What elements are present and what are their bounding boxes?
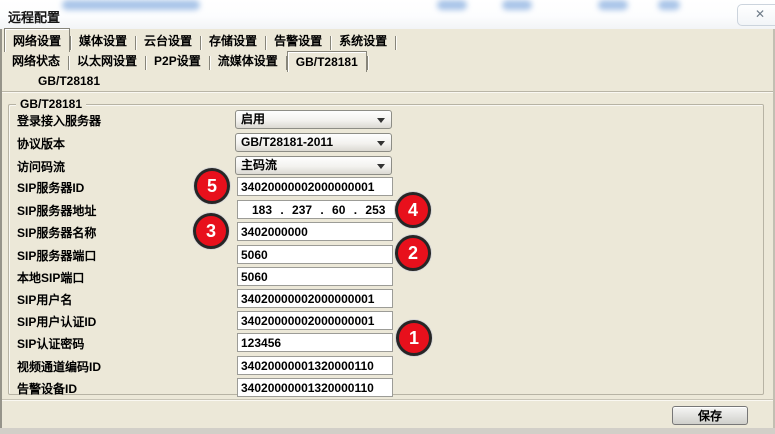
field-label: 本地SIP端口	[17, 269, 84, 286]
footer-divider	[0, 399, 775, 400]
annotation-badge-3: 3	[193, 213, 229, 249]
titlebar-blur-decoration	[502, 0, 532, 10]
titlebar: 远程配置 ✕	[0, 0, 775, 29]
field-label: SIP服务器端口	[17, 247, 96, 264]
tab-separator	[367, 56, 368, 70]
field-input-11[interactable]	[237, 356, 393, 375]
field-input-3[interactable]	[237, 177, 393, 196]
field-label: 访问码流	[17, 158, 65, 175]
form-row: SIP服务器名称	[0, 222, 775, 241]
chevron-down-icon	[377, 141, 385, 146]
form-row: 告警设备ID	[0, 378, 775, 397]
field-input-10[interactable]	[237, 333, 393, 352]
field-input-4[interactable]	[237, 200, 404, 219]
field-label: SIP服务器地址	[17, 202, 96, 219]
form-row: SIP服务器地址	[0, 200, 775, 219]
tab-network-0[interactable]: 网络状态	[4, 49, 68, 72]
tab-main-5[interactable]: 系统设置	[331, 29, 395, 52]
form-row: SIP服务器ID	[0, 177, 775, 196]
annotation-badge-4: 4	[395, 192, 431, 228]
dropdown-0[interactable]: 启用	[235, 110, 392, 129]
chevron-down-icon	[377, 118, 385, 123]
titlebar-blur-decoration	[658, 0, 680, 10]
tab-network-3[interactable]: 流媒体设置	[210, 49, 286, 72]
field-label: 协议版本	[17, 135, 65, 152]
titlebar-blur-decoration	[598, 0, 628, 10]
form-row: 本地SIP端口	[0, 267, 775, 286]
tab-separator	[395, 36, 396, 50]
titlebar-blur-decoration	[437, 0, 467, 10]
tab-page-divider	[0, 91, 775, 92]
titlebar-blur-decoration	[62, 0, 200, 10]
annotation-badge-2: 2	[395, 235, 431, 271]
tab-bar-network: 网络状态以太网设置P2P设置流媒体设置GB/T28181	[4, 53, 368, 72]
field-input-6[interactable]	[237, 245, 393, 264]
window-title: 远程配置	[8, 7, 60, 26]
tab-network-4[interactable]: GB/T28181	[287, 51, 367, 72]
chevron-down-icon	[377, 164, 385, 169]
field-label: 视频通道编码ID	[17, 358, 101, 375]
form-row: 访问码流 主码流	[0, 156, 775, 175]
form-row: SIP服务器端口	[0, 245, 775, 264]
field-label: SIP认证密码	[17, 335, 84, 352]
close-icon: ✕	[755, 7, 765, 21]
annotation-badge-5: 5	[194, 168, 230, 204]
field-input-12[interactable]	[237, 378, 393, 397]
field-label: SIP服务器名称	[17, 224, 96, 241]
field-label: 登录接入服务器	[17, 112, 101, 129]
window-border-bottom	[0, 428, 775, 434]
annotation-badge-1: 1	[396, 320, 432, 356]
close-button[interactable]: ✕	[737, 4, 775, 26]
field-label: SIP用户认证ID	[17, 313, 96, 330]
form-row: 视频通道编码ID	[0, 356, 775, 375]
form-row: SIP认证密码	[0, 333, 775, 352]
form-row: SIP用户认证ID	[0, 311, 775, 330]
field-input-5[interactable]	[237, 222, 393, 241]
field-input-8[interactable]	[237, 289, 393, 308]
form-row: 协议版本 GB/T28181-2011	[0, 133, 775, 152]
field-input-7[interactable]	[237, 267, 393, 286]
form-row: 登录接入服务器 启用	[0, 110, 775, 129]
field-label: SIP服务器ID	[17, 179, 84, 196]
tab-network-1[interactable]: 以太网设置	[69, 49, 145, 72]
form-row: SIP用户名	[0, 289, 775, 308]
dropdown-1[interactable]: GB/T28181-2011	[235, 133, 392, 152]
remote-config-dialog: 远程配置 ✕ 网络设置媒体设置云台设置存储设置告警设置系统设置 网络状态以太网设…	[0, 0, 775, 434]
sub-tab-gbt28181[interactable]: GB/T28181	[38, 74, 100, 88]
tab-network-2[interactable]: P2P设置	[146, 49, 209, 72]
field-input-9[interactable]	[237, 311, 393, 330]
dropdown-2[interactable]: 主码流	[235, 156, 392, 175]
groupbox-legend: GB/T28181	[16, 97, 86, 111]
save-button[interactable]: 保存	[672, 406, 748, 425]
field-label: 告警设备ID	[17, 380, 77, 397]
field-label: SIP用户名	[17, 291, 72, 308]
window-border-left	[0, 29, 2, 428]
